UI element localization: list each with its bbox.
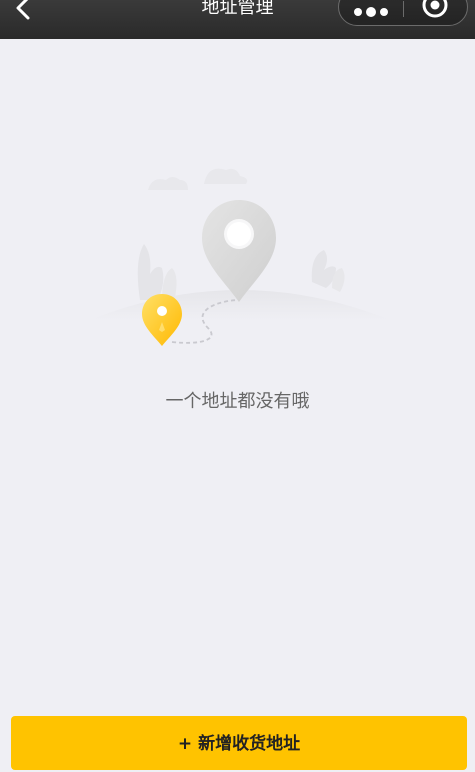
mini-program-capsule <box>338 0 468 26</box>
more-dots-icon <box>354 7 388 17</box>
empty-address-illustration <box>80 150 400 360</box>
map-pin-illustration <box>90 168 390 346</box>
more-button[interactable] <box>353 2 389 17</box>
target-circle-icon <box>422 0 448 18</box>
nav-bar: 地址管理 <box>0 0 475 39</box>
capsule-divider <box>403 1 404 17</box>
add-address-button[interactable]: + 新增收货地址 <box>11 716 467 770</box>
empty-message: 一个地址都没有哦 <box>165 391 310 412</box>
close-button[interactable] <box>421 0 449 19</box>
